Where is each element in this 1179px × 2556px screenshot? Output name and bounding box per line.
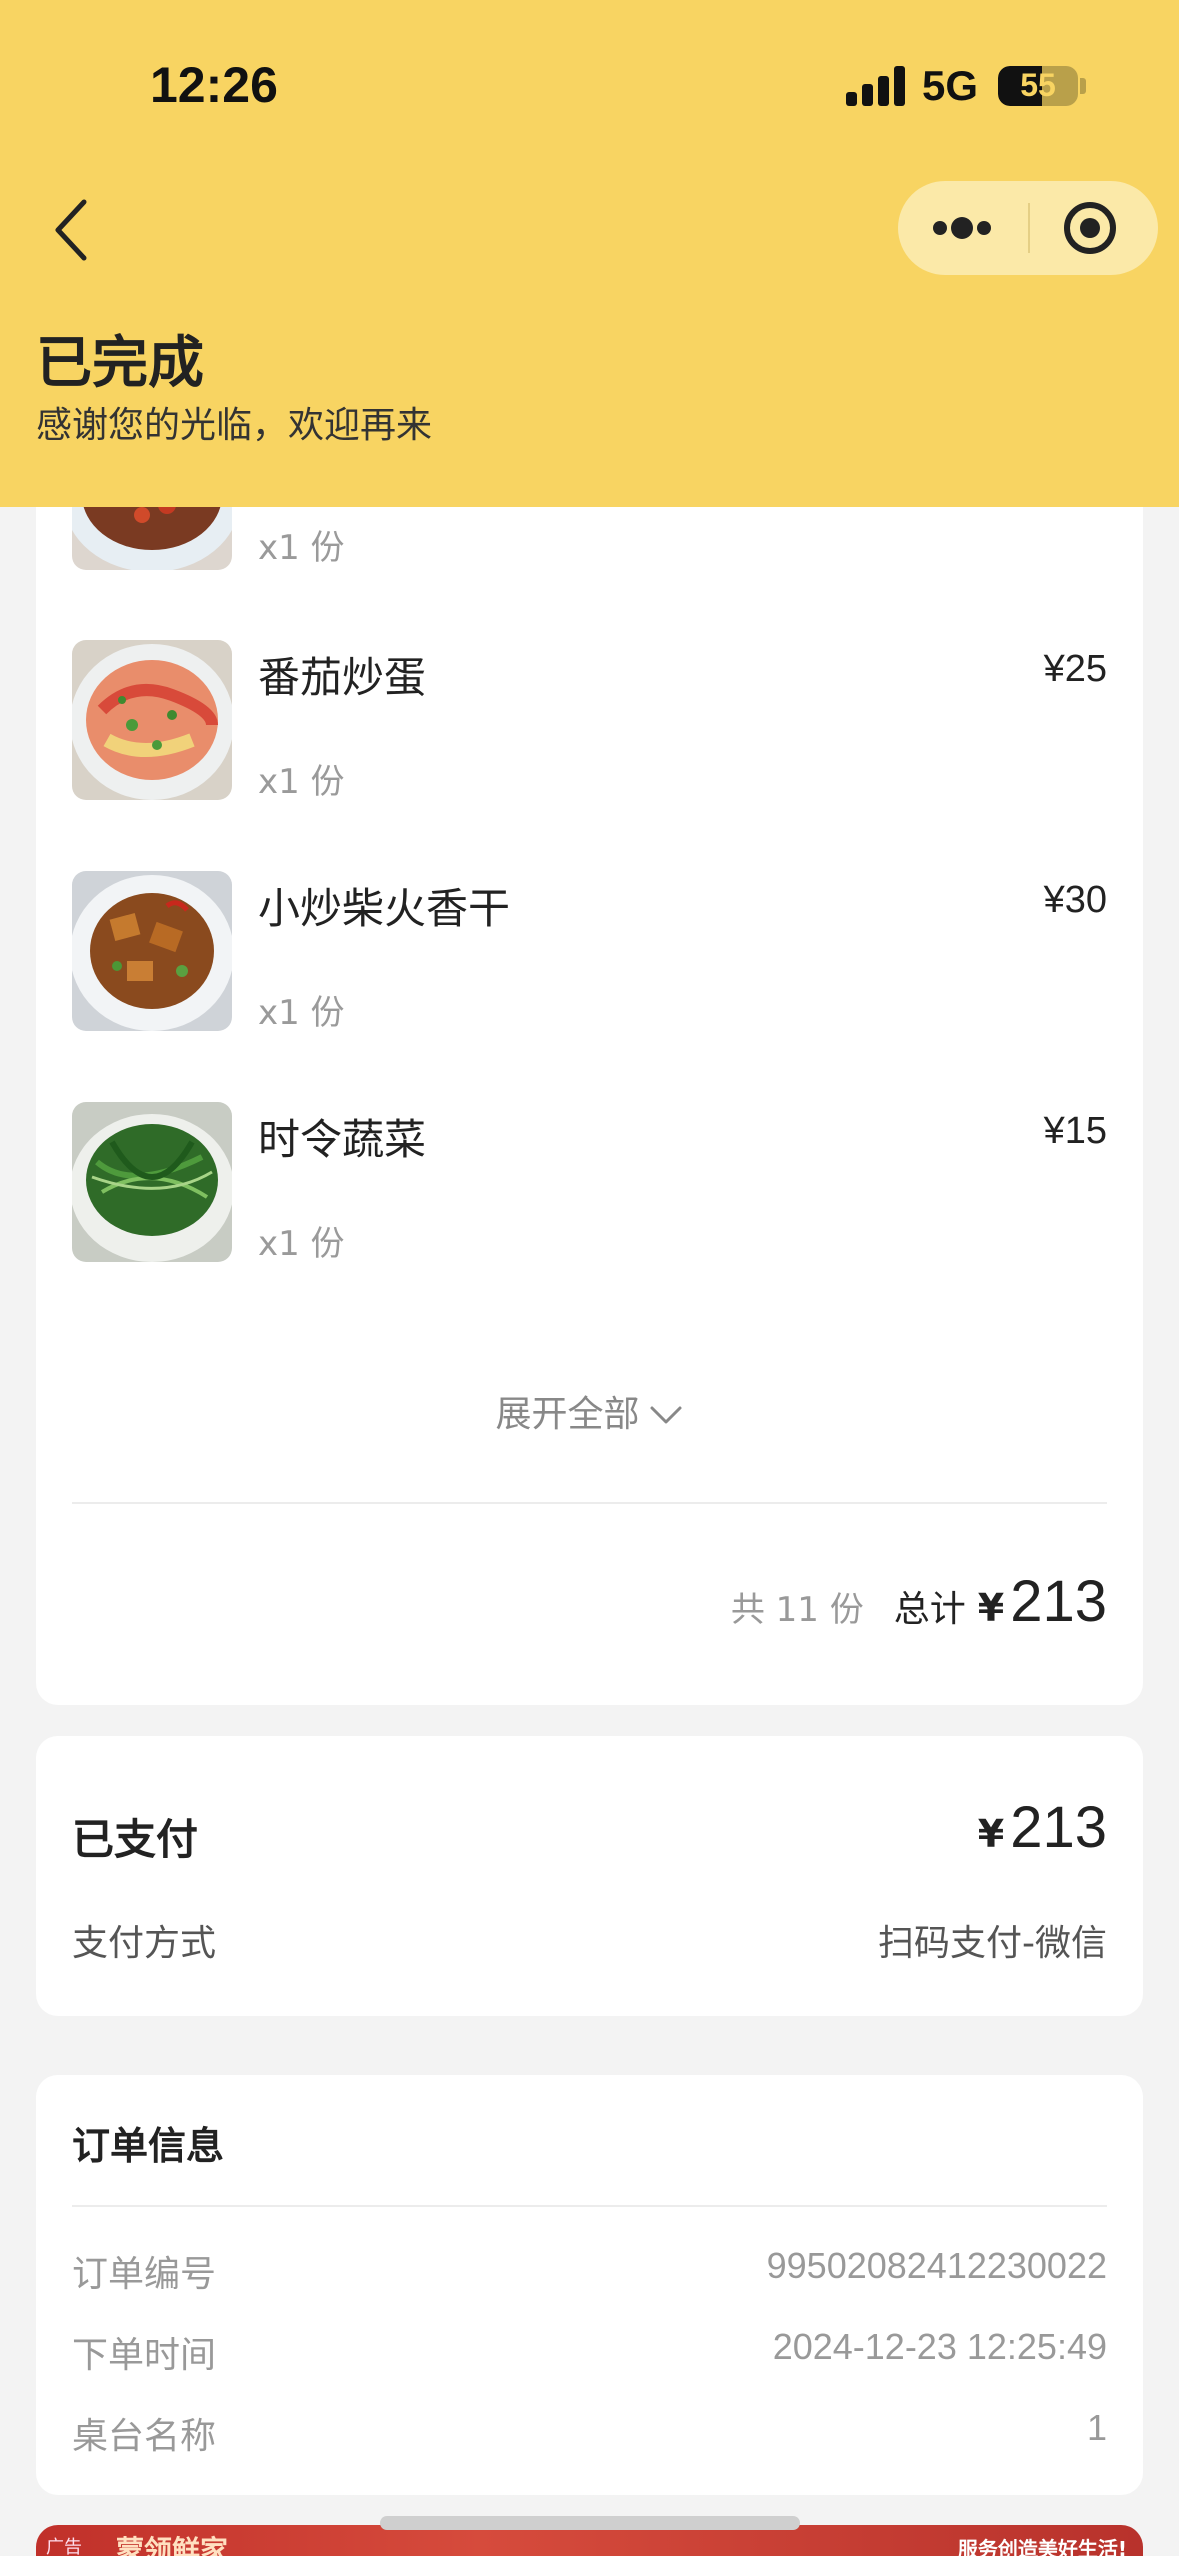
- item-name: 时令蔬菜: [258, 1115, 427, 1164]
- item-name: 小炒柴火香干: [258, 884, 511, 933]
- dish-thumbnail: [72, 640, 232, 800]
- order-total-row: 共 11 份 总计 ¥ 213: [731, 1568, 1107, 1635]
- item-price: ¥15: [1043, 1110, 1107, 1152]
- payment-method-value: 扫码支付-微信: [878, 1923, 1107, 1964]
- ad-brand: 蒙领鲜家: [116, 2534, 229, 2556]
- close-target-icon: [1064, 202, 1116, 254]
- header: 12:26 5G 55 已完成 感谢您的光临，欢迎再来: [0, 0, 1179, 507]
- dish-thumbnail: [72, 871, 232, 1031]
- item-qty: x1 份: [258, 1224, 345, 1264]
- order-number-label: 订单编号: [72, 2254, 217, 2295]
- order-number-value[interactable]: 99502082412230022: [767, 2245, 1107, 2287]
- item-qty: x1 份: [258, 762, 345, 802]
- order-time-label: 下单时间: [72, 2335, 217, 2376]
- dish-thumbnail: [72, 1102, 232, 1262]
- ad-tag: 广告: [46, 2537, 82, 2556]
- more-icon: [933, 217, 991, 239]
- item-price: ¥30: [1043, 879, 1107, 921]
- ad-slogan: 服务创造美好生活!: [957, 2537, 1127, 2556]
- table-name-label: 桌台名称: [72, 2416, 217, 2457]
- more-button[interactable]: [898, 181, 1028, 275]
- total-label: 总计: [893, 1589, 966, 1630]
- order-time-value: 2024-12-23 12:25:49: [772, 2326, 1107, 2367]
- order-item: 小炒柴火香干 ¥30 x1 份: [36, 871, 1143, 1041]
- signal-icon: [846, 66, 906, 106]
- payment-card: 已支付 ¥ 213 支付方式 扫码支付-微信: [36, 1736, 1143, 2016]
- paid-label: 已支付: [72, 1815, 199, 1864]
- paid-amount-row: ¥ 213: [978, 1794, 1107, 1861]
- item-price: ¥25: [1043, 648, 1107, 690]
- currency-symbol: ¥: [977, 1812, 1005, 1856]
- item-qty: x1 份: [258, 528, 345, 568]
- order-item: 番茄炒蛋 ¥25 x1 份: [36, 640, 1143, 810]
- page-subtitle: 感谢您的光临，欢迎再来: [36, 405, 433, 446]
- order-item: 时令蔬菜 ¥15 x1 份: [36, 1102, 1143, 1272]
- expand-all-button[interactable]: 展开全部: [36, 1385, 1143, 1437]
- back-icon: [55, 199, 87, 261]
- payment-method-label: 支付方式: [72, 1923, 217, 1964]
- paid-amount: 213: [1010, 1795, 1107, 1860]
- page-title: 已完成: [36, 331, 204, 396]
- currency-symbol: ¥: [977, 1586, 1005, 1630]
- battery-tip: [1080, 78, 1086, 94]
- order-info-card: 订单信息 订单编号 99502082412230022 下单时间 2024-12…: [36, 2075, 1143, 2495]
- battery-level: 55: [1020, 67, 1056, 103]
- item-qty: x1 份: [258, 993, 345, 1033]
- item-name: 番茄炒蛋: [258, 653, 427, 702]
- item-count: 共 11 份: [730, 1590, 864, 1630]
- divider: [72, 2205, 1107, 2207]
- network-label: 5G: [922, 62, 979, 109]
- divider: [72, 1502, 1107, 1504]
- order-items-card: x1 份 番茄炒蛋 ¥25 x1 份 小炒柴火香干 ¥30 x1 份 时令蔬菜 …: [36, 300, 1143, 1705]
- total-amount: 213: [1010, 1569, 1107, 1634]
- home-indicator: [380, 2516, 800, 2530]
- expand-all-label: 展开全部: [495, 1394, 640, 1435]
- close-button[interactable]: [1030, 181, 1158, 275]
- back-button[interactable]: [44, 190, 104, 270]
- order-info-title: 订单信息: [72, 2124, 225, 2168]
- chevron-down-icon: [650, 1406, 681, 1424]
- table-name-value: 1: [1086, 2407, 1107, 2448]
- status-time: 12:26: [150, 57, 278, 113]
- battery-icon: 55: [998, 66, 1078, 106]
- menu-capsule: [898, 181, 1158, 275]
